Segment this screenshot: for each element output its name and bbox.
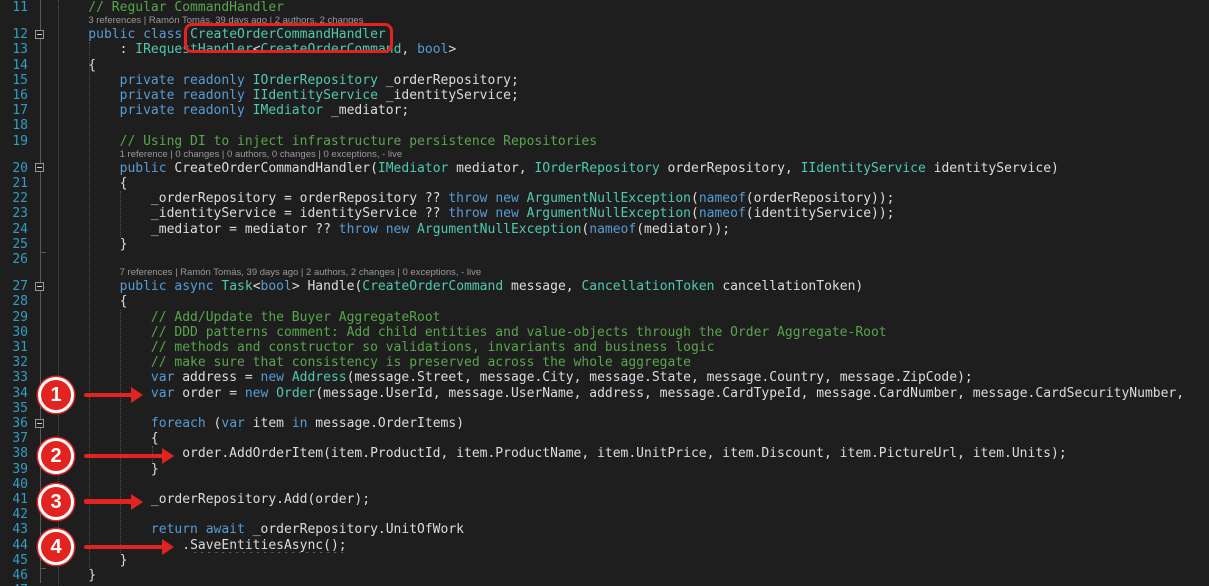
callout-badge-1: 1 bbox=[38, 377, 74, 413]
callout-badge-4: 4 bbox=[38, 529, 74, 565]
callout-badge-2: 2 bbox=[38, 438, 74, 474]
highlight-box bbox=[184, 23, 393, 53]
annotation-overlay: 1 2 3 4 bbox=[0, 0, 1209, 586]
code-editor: 11 // Regular CommandHandler3 references… bbox=[0, 0, 1209, 586]
callout-arrow bbox=[84, 454, 164, 459]
callout-arrowhead bbox=[131, 494, 143, 510]
callout-arrowhead bbox=[162, 539, 174, 555]
callout-badge-3: 3 bbox=[38, 484, 74, 520]
callout-arrow bbox=[84, 393, 133, 398]
callout-arrowhead bbox=[162, 448, 174, 464]
callout-arrow bbox=[84, 545, 164, 550]
callout-arrowhead bbox=[131, 387, 143, 403]
callout-arrow bbox=[84, 499, 133, 504]
